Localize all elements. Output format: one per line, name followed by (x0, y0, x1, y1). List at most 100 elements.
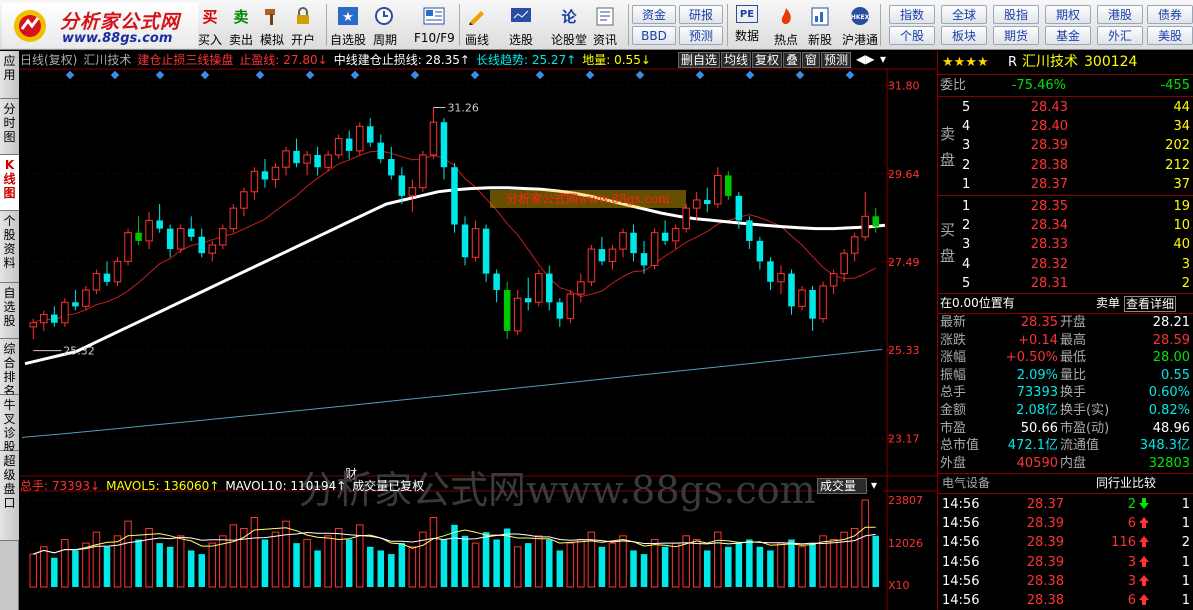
volume-bar[interactable] (556, 550, 564, 587)
kline-chart-area[interactable]: 31.80 29.64 27.49 25.33 23.17 31.26 25.32 财 2380… (20, 51, 937, 610)
volume-bar[interactable] (388, 554, 395, 587)
toolbar-button-4[interactable]: ★ 自选股 (330, 2, 366, 48)
candlestick[interactable] (534, 269, 543, 307)
candlestick[interactable] (61, 298, 69, 327)
candlestick[interactable] (598, 236, 606, 266)
candlestick[interactable] (440, 118, 448, 180)
bid-row[interactable]: 3 28.33 40 (938, 235, 1193, 254)
toolbar-button-8[interactable]: 选股 (508, 2, 534, 48)
volume-bar[interactable] (566, 542, 575, 588)
market-button[interactable]: 个股 (889, 26, 935, 45)
left-tab-6[interactable]: 牛叉诊股 (0, 395, 19, 454)
candlestick[interactable] (829, 269, 838, 295)
left-tab-4[interactable]: 自选股 (0, 283, 19, 339)
event-marker-diamond[interactable] (470, 70, 480, 80)
industry-label[interactable]: 电气设备 (942, 474, 990, 493)
event-marker-diamond[interactable] (110, 70, 120, 80)
candlestick[interactable] (113, 257, 122, 286)
candlestick[interactable] (314, 146, 321, 176)
candlestick[interactable] (798, 285, 806, 311)
candlestick[interactable] (840, 249, 848, 282)
candlestick[interactable] (377, 134, 385, 164)
volume-bar[interactable] (113, 535, 122, 588)
event-marker-diamond[interactable] (350, 70, 360, 80)
candlestick[interactable] (461, 216, 469, 266)
candlestick[interactable] (51, 306, 58, 327)
chart-tab[interactable]: 预测 (821, 52, 851, 68)
volume-bar[interactable] (208, 542, 217, 588)
candlestick[interactable] (282, 146, 290, 176)
chart-tab-nav-icon[interactable]: ◀▶ (854, 52, 876, 68)
volume-bar[interactable] (271, 531, 280, 588)
candlestick[interactable] (345, 130, 353, 160)
volume-bar[interactable] (524, 543, 532, 587)
ask-row[interactable]: 2 28.38 212 (938, 156, 1193, 175)
candlestick[interactable] (577, 273, 585, 303)
chart-tab[interactable]: 删自选 (678, 52, 720, 68)
volume-bar[interactable] (798, 546, 806, 588)
volume-bar[interactable] (250, 517, 259, 588)
toolbar-button-6[interactable]: F10/F9 (414, 2, 455, 48)
event-marker-diamond[interactable] (155, 70, 165, 80)
volume-bar[interactable] (788, 539, 795, 587)
left-tab-3[interactable]: 个股资料 (0, 211, 19, 283)
candlestick[interactable] (419, 150, 427, 192)
candlestick[interactable] (366, 118, 374, 147)
volume-bar[interactable] (756, 546, 764, 587)
toolbar-button-0[interactable]: 买买入 (197, 2, 223, 48)
market-button[interactable]: 全球 (941, 5, 987, 24)
volume-bar[interactable] (671, 542, 680, 588)
candlestick[interactable] (703, 187, 711, 213)
ask-row[interactable]: 5 28.43 44 (938, 98, 1193, 117)
volume-bar[interactable] (293, 543, 300, 587)
toolbar-button-12[interactable]: 热点 (773, 2, 799, 48)
volume-bar[interactable] (598, 546, 606, 587)
candlestick[interactable] (524, 277, 532, 311)
volume-bar[interactable] (725, 546, 732, 587)
toolbar-button-14[interactable]: HKEX 沪港通 (842, 2, 878, 48)
market-button[interactable]: 期货 (993, 26, 1039, 45)
event-marker-diamond[interactable] (845, 70, 855, 80)
market-button[interactable]: 期权 (1045, 5, 1091, 24)
toolbar-button-3[interactable]: 开户 (290, 2, 316, 48)
volume-bar[interactable] (577, 538, 585, 588)
candlestick[interactable] (388, 146, 395, 180)
toolbar-button-7[interactable]: 画线 (464, 2, 490, 48)
market-button[interactable]: 美股 (1147, 26, 1193, 45)
candlestick[interactable] (608, 244, 617, 270)
candlestick[interactable] (103, 261, 111, 286)
volume-bar[interactable] (314, 550, 321, 587)
volume-bar[interactable] (451, 524, 458, 587)
volume-bar[interactable] (261, 539, 269, 587)
volume-bar[interactable] (92, 531, 101, 588)
volume-bar[interactable] (82, 542, 90, 588)
volume-bar[interactable] (29, 553, 38, 588)
market-button[interactable]: 债券 (1147, 5, 1193, 24)
candlestick[interactable] (788, 269, 795, 315)
candlestick[interactable] (777, 265, 785, 295)
candlestick[interactable] (250, 167, 259, 200)
candlestick[interactable] (303, 150, 311, 176)
volume-bar[interactable] (777, 542, 785, 588)
market-button[interactable]: 港股 (1097, 5, 1143, 24)
volume-bar[interactable] (809, 543, 816, 587)
candlestick[interactable] (229, 204, 238, 233)
volume-bar[interactable] (503, 528, 511, 587)
volume-bar[interactable] (661, 546, 669, 587)
volume-bar[interactable] (471, 542, 480, 588)
candlestick[interactable] (872, 208, 879, 233)
detail-link[interactable]: 查看详细 (1124, 296, 1177, 312)
volume-bar[interactable] (619, 535, 627, 588)
left-tab-5[interactable]: 综合排名 (0, 339, 19, 398)
chart-tab[interactable]: 复权 (752, 52, 782, 68)
quick-button[interactable]: 研报 (679, 5, 723, 24)
candlestick[interactable] (429, 107, 438, 160)
volume-bar[interactable] (640, 554, 648, 587)
chart-tab[interactable]: 窗 (802, 52, 820, 68)
volume-bar[interactable] (767, 550, 774, 587)
ask-row[interactable]: 4 28.40 34 (938, 117, 1193, 136)
volume-bar[interactable] (72, 550, 79, 587)
candlestick[interactable] (556, 298, 564, 327)
candlestick[interactable] (92, 269, 101, 295)
candlestick[interactable] (135, 216, 142, 245)
